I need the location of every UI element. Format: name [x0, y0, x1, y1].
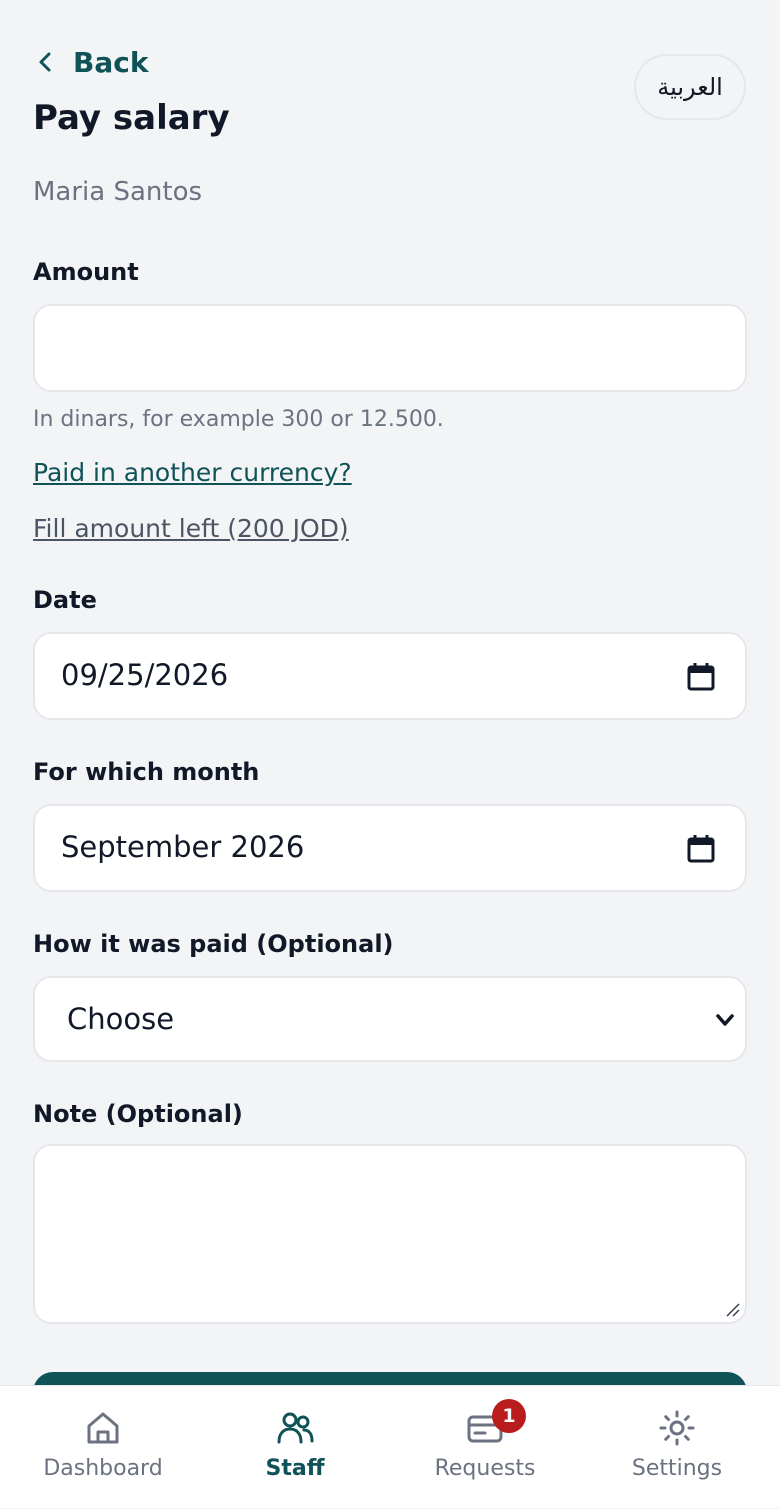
home-icon [87, 1412, 119, 1444]
nav-label-settings: Settings [631, 1456, 723, 1481]
settings-icon [659, 1410, 695, 1446]
resize-grip-icon[interactable] [725, 1302, 741, 1318]
date-value: 09/25/2026 [61, 658, 229, 692]
pay-salary-screen: Back العربية Pay salary Maria Santos Amo… [0, 0, 780, 1508]
date-label: Date [33, 586, 97, 614]
nav-label-requests: Requests [434, 1456, 536, 1481]
date-input[interactable]: 09/25/2026 [33, 632, 747, 720]
nav-item-settings[interactable]: Settings [582, 1386, 772, 1509]
month-label: For which month [33, 758, 260, 786]
payment-method-label: How it was paid (Optional) [33, 930, 394, 958]
note-textarea[interactable] [33, 1144, 747, 1324]
payment-method-select[interactable]: Choose [33, 976, 747, 1062]
employee-name: Maria Santos [33, 177, 203, 207]
requests-count-badge: 1 [492, 1399, 526, 1433]
fill-amount-left-link[interactable]: Fill amount left (200 JOD) [33, 512, 349, 546]
page-title: Pay salary [33, 98, 230, 138]
nav-item-requests[interactable]: 1 Requests [390, 1386, 580, 1509]
back-label: Back [73, 45, 149, 79]
chevron-down-icon [716, 1014, 734, 1026]
nav-item-staff[interactable]: Staff [200, 1386, 390, 1509]
staff-icon [277, 1412, 314, 1444]
month-input[interactable]: September 2026 [33, 804, 747, 892]
back-button[interactable]: Back [33, 40, 148, 84]
amount-input[interactable] [33, 304, 747, 392]
amount-hint: In dinars, for example 300 or 12.500. [33, 407, 444, 432]
nav-item-dashboard[interactable]: Dashboard [8, 1386, 198, 1509]
calendar-icon[interactable] [687, 662, 715, 692]
other-currency-link[interactable]: Paid in another currency? [33, 456, 352, 490]
calendar-icon[interactable] [687, 834, 715, 864]
note-label: Note (Optional) [33, 1100, 243, 1128]
payment-method-selected: Choose [67, 1002, 175, 1036]
chevron-left-icon [39, 52, 51, 72]
bottom-nav: Dashboard Staff 1 Requests Settings [0, 1385, 780, 1508]
amount-label: Amount [33, 258, 139, 286]
month-value: September 2026 [61, 830, 305, 864]
nav-label-dashboard: Dashboard [43, 1456, 163, 1481]
nav-label-staff: Staff [265, 1456, 325, 1481]
language-toggle-button[interactable]: العربية [634, 54, 746, 120]
